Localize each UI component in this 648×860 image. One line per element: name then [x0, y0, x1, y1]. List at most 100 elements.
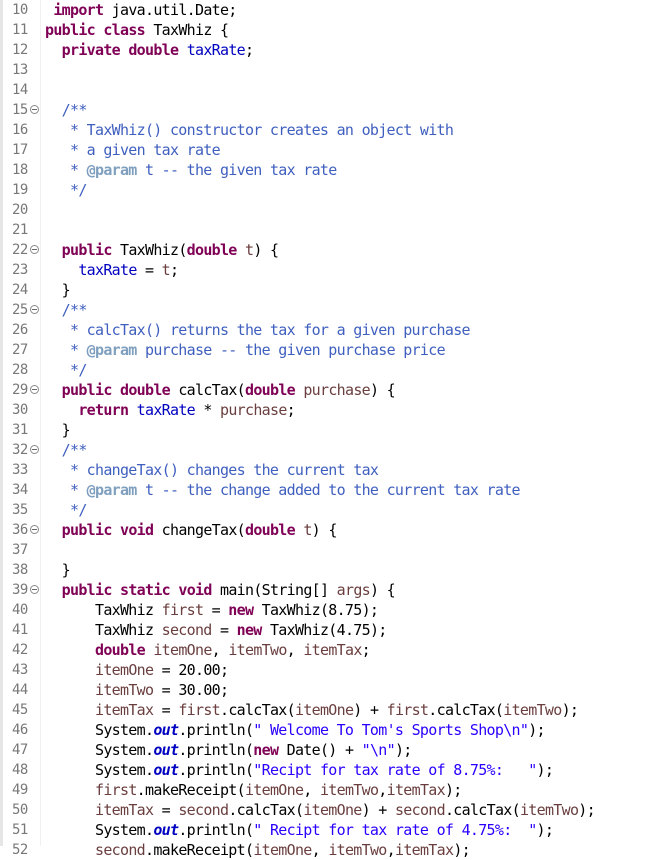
code-token: calcTax(: [170, 381, 245, 399]
code-line[interactable]: 25 /**: [0, 300, 648, 320]
code-token: .makeReceipt(: [136, 781, 246, 799]
code-token: /**: [61, 441, 88, 459]
code-token: double: [95, 641, 146, 659]
code-token: * changeTax() changes the current tax: [45, 461, 379, 479]
code-line[interactable]: 29 public double calcTax(double purchase…: [0, 380, 648, 400]
code-line[interactable]: 32 /**: [0, 440, 648, 460]
code-line[interactable]: 48 System.out.println("Recipt for tax ra…: [0, 760, 648, 780]
collapse-icon[interactable]: [30, 525, 39, 534]
code-token: TaxWhiz: [45, 601, 162, 619]
code-line[interactable]: 49 first.makeReceipt(itemOne, itemTwo,it…: [0, 780, 648, 800]
code-line[interactable]: 13: [0, 60, 648, 80]
code-line[interactable]: 18 * @param t -- the given tax rate: [0, 160, 648, 180]
code-line[interactable]: 34 * @param t -- the change added to the…: [0, 480, 648, 500]
code-line[interactable]: 17 * a given tax rate: [0, 140, 648, 160]
code-token: public: [61, 241, 113, 259]
code-token: .println(: [178, 721, 254, 739]
code-line[interactable]: 42 double itemOne, itemTwo, itemTax;: [0, 640, 648, 660]
code-token: itemOne: [153, 641, 212, 659]
code-token: );: [394, 741, 412, 759]
code-line[interactable]: 43 itemOne = 20.00;: [0, 660, 648, 680]
code-line[interactable]: 24 }: [0, 280, 648, 300]
code-line[interactable]: 14: [0, 80, 648, 100]
code-token: System.: [45, 721, 154, 739]
code-token: *: [45, 481, 87, 499]
code-token: itemTax: [394, 841, 454, 859]
code-token: .println(: [178, 741, 254, 759]
code-line[interactable]: 36 public void changeTax(double t) {: [0, 520, 648, 540]
code-line[interactable]: 41 TaxWhiz second = new TaxWhiz(4.75);: [0, 620, 648, 640]
code-line[interactable]: 12 private double taxRate;: [0, 40, 648, 60]
line-number: 48: [12, 762, 28, 778]
collapse-icon[interactable]: [30, 385, 39, 394]
code-text: public TaxWhiz(double t) {: [45, 240, 279, 260]
collapse-icon[interactable]: [30, 585, 39, 594]
code-line[interactable]: 11 public class TaxWhiz {: [0, 20, 648, 40]
code-token: *: [45, 341, 87, 359]
code-line[interactable]: 38 }: [0, 560, 648, 580]
code-line[interactable]: 28 */: [0, 360, 648, 380]
code-token: itemOne: [95, 661, 154, 679]
code-line[interactable]: 52 second.makeReceipt(itemOne, itemTwo,i…: [0, 840, 648, 860]
code-line[interactable]: 44 itemTwo = 30.00;: [0, 680, 648, 700]
code-line[interactable]: 46 System.out.println(" Welcome To Tom's…: [0, 720, 648, 740]
code-token: second: [161, 621, 213, 639]
code-line[interactable]: 47 System.out.println(new Date() + "\n")…: [0, 740, 648, 760]
code-token: second: [178, 801, 229, 819]
collapse-icon[interactable]: [30, 445, 39, 454]
collapse-icon[interactable]: [30, 305, 39, 314]
code-line[interactable]: 16 * TaxWhiz() constructor creates an ob…: [0, 120, 648, 140]
line-number: 37: [12, 542, 28, 558]
code-line[interactable]: 35 */: [0, 500, 648, 520]
code-text: return taxRate * purchase;: [45, 400, 295, 420]
code-line[interactable]: 45 itemTax = first.calcTax(itemOne) + fi…: [0, 700, 648, 720]
code-line[interactable]: 15 /**: [0, 100, 648, 120]
code-text: first.makeReceipt(itemOne, itemTwo,itemT…: [45, 780, 462, 800]
code-text: * a given tax rate: [45, 140, 221, 160]
code-line[interactable]: 26 * calcTax() returns the tax for a giv…: [0, 320, 648, 340]
code-token: * a given tax rate: [45, 141, 221, 159]
code-line[interactable]: 30 return taxRate * purchase;: [0, 400, 648, 420]
code-line[interactable]: 31 }: [0, 420, 648, 440]
code-token: itemOne: [294, 701, 354, 719]
code-line[interactable]: 33 * changeTax() changes the current tax: [0, 460, 648, 480]
line-number: 47: [12, 742, 28, 758]
code-token: new: [236, 621, 263, 639]
code-text: taxRate = t;: [45, 260, 179, 280]
code-token: void: [178, 581, 212, 599]
code-token: out: [153, 821, 179, 839]
code-line[interactable]: 19 */: [0, 180, 648, 200]
code-token: }: [45, 561, 71, 579]
code-text: /**: [45, 440, 88, 460]
code-line[interactable]: 37: [0, 540, 648, 560]
code-text: itemTwo = 30.00;: [45, 680, 229, 700]
line-number: 41: [12, 622, 28, 638]
code-token: TaxWhiz(8.75);: [253, 601, 379, 619]
collapse-icon[interactable]: [30, 105, 39, 114]
code-token: purchase: [220, 401, 287, 419]
code-line[interactable]: 22 public TaxWhiz(double t) {: [0, 240, 648, 260]
code-line[interactable]: 39 public static void main(String[] args…: [0, 580, 648, 600]
code-token: @param: [86, 341, 138, 359]
code-line[interactable]: 40 TaxWhiz first = new TaxWhiz(8.75);: [0, 600, 648, 620]
code-token: purchase -- the given purchase price: [136, 341, 446, 359]
code-editor[interactable]: 10 import java.util.Date; 11 public class …: [0, 0, 648, 859]
collapse-icon[interactable]: [30, 245, 39, 254]
line-number: 18: [12, 162, 28, 178]
code-token: =: [153, 701, 179, 719]
code-token: */: [45, 181, 87, 199]
code-line[interactable]: 50 itemTax = second.calcTax(itemOne) + s…: [0, 800, 648, 820]
code-line[interactable]: 21: [0, 220, 648, 240]
line-number: 16: [12, 122, 28, 138]
code-line[interactable]: 51 System.out.println(" Recipt for tax r…: [0, 820, 648, 840]
code-line[interactable]: 20: [0, 200, 648, 220]
code-line[interactable]: 10 import java.util.Date;: [0, 0, 648, 20]
code-line[interactable]: 27 * @param purchase -- the given purcha…: [0, 340, 648, 360]
code-line[interactable]: 23 taxRate = t;: [0, 260, 648, 280]
code-token: TaxWhiz(: [111, 241, 187, 259]
